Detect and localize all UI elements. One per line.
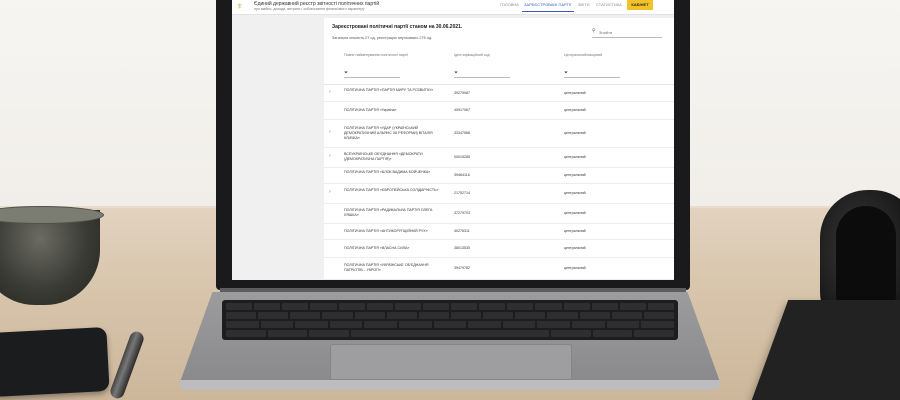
site-header: ♆ Єдиний державний реєстр звітності полі… <box>232 0 674 15</box>
party-code: 39479782 <box>454 265 470 270</box>
chevron-right-icon[interactable]: › <box>329 89 331 95</box>
column-header-code[interactable]: Ідентифікаційний код <box>454 53 490 57</box>
table-row[interactable]: ПОЛІТИЧНА ПАРТІЯ «БЛОК ВАДИМА БОЙЧЕНКА» 3… <box>324 167 674 184</box>
party-name: ПОЛІТИЧНА ПАРТІЯ «РАДИКАЛЬНА ПАРТІЯ ОЛЕГ… <box>344 208 433 217</box>
search-input[interactable] <box>599 28 659 36</box>
keyboard-row <box>226 330 675 337</box>
party-type: центральний <box>564 172 586 177</box>
keyboard-row <box>226 312 674 319</box>
card-subtitle: Загальна кількість 27 од, реєстрацію ану… <box>332 36 433 40</box>
party-name: ПОЛІТИЧНА ПАРТІЯ «БЛОК ВАДИМА БОЙЧЕНКА» <box>344 170 431 174</box>
nav-registered-parties[interactable]: ЗАРЕЄСТРОВАНІ ПАРТІЇ <box>524 2 571 7</box>
trident-emblem-icon: ♆ <box>236 1 244 12</box>
parties-card: Зареєстровані політичні партії станом на… <box>324 18 674 280</box>
party-code: 33347568 <box>454 130 470 135</box>
filter-icon[interactable]: ⏷ <box>454 70 458 76</box>
search-icon: ⚲ <box>592 28 596 34</box>
party-name: ПОЛІТИЧНА ПАРТІЯ «Україна» <box>344 107 397 112</box>
smartphone <box>0 326 110 398</box>
laptop-keyboard <box>222 300 678 340</box>
active-nav-underline <box>522 11 574 12</box>
chevron-right-icon[interactable]: › <box>329 129 331 135</box>
party-type: центральний <box>564 130 586 135</box>
table-row[interactable]: ПОЛІТИЧНА ПАРТІЯ «АНТИКОРУПЦІЙНИЙ РУХ» 40… <box>324 223 674 240</box>
table-row[interactable]: ПОЛІТИЧНА ПАРТІЯ «ВЛАСНА СИЛА» 38013535 це… <box>324 239 674 258</box>
party-name: ПОЛІТИЧНА ПАРТІЯ «АНТИКОРУПЦІЙНИЙ РУХ» <box>344 228 428 233</box>
party-code: 00015285 <box>454 154 470 159</box>
chevron-right-icon[interactable]: › <box>329 153 331 159</box>
party-type: центральний <box>564 154 586 159</box>
nav-home[interactable]: ГОЛОВНА <box>500 2 519 7</box>
card-title: Зареєстровані політичні партії станом на… <box>332 24 463 30</box>
party-code: 39464116 <box>454 172 470 177</box>
party-name: ПОЛІТИЧНА ПАРТІЯ «УДАР (УКРАЇНСЬКИЙ ДЕМО… <box>344 125 433 140</box>
nav-reports[interactable]: ЗВІТИ <box>578 2 590 7</box>
party-code: 21752714 <box>454 190 470 195</box>
laptop-base-front <box>180 380 720 390</box>
chevron-right-icon[interactable]: › <box>329 189 331 195</box>
party-name: ПОЛІТИЧНА ПАРТІЯ «УКРАЇНСЬКЕ ОБ'ЄДНАННЯ … <box>344 263 429 272</box>
party-code: 38013535 <box>454 245 470 250</box>
party-type: центральний <box>564 265 586 270</box>
party-type: центральний <box>564 228 586 233</box>
filter-input-code[interactable] <box>454 77 510 78</box>
party-name: ПОЛІТИЧНА ПАРТІЯ «ЄВРОПЕЙСЬКА СОЛІДАРНІС… <box>344 188 439 192</box>
keyboard-row <box>226 303 674 310</box>
keyboard-row <box>226 321 674 328</box>
table-row[interactable]: › ВСЕУКРАЇНСЬКЕ ОБ'ЄДНАННЯ «ДЕМОКРАТИ (ДЕ… <box>324 147 674 168</box>
filter-icon[interactable]: ⏷ <box>344 70 348 76</box>
party-code: 37279703 <box>454 210 470 215</box>
column-header-type[interactable]: Центральний/місцевий <box>564 53 602 57</box>
table-row[interactable]: ПОЛІТИЧНА ПАРТІЯ «УКРАЇНСЬКЕ ОБ'ЄДНАННЯ … <box>324 257 674 280</box>
party-type: центральний <box>564 245 586 250</box>
party-type: центральний <box>564 190 586 195</box>
party-type: центральний <box>564 90 586 95</box>
filter-input-type[interactable] <box>564 77 620 78</box>
party-code: 40276311 <box>454 228 470 233</box>
party-code: 40917067 <box>454 107 470 112</box>
party-code: 39279087 <box>454 90 470 95</box>
laptop-trackpad <box>330 344 572 380</box>
filter-input-name[interactable] <box>344 77 400 78</box>
search-box: ⚲ <box>592 28 662 38</box>
nav-statistics[interactable]: СТАТИСТИКА <box>596 2 622 7</box>
table-row[interactable]: › ПОЛІТИЧНА ПАРТІЯ «УДАР (УКРАЇНСЬКИЙ ДЕМ… <box>324 119 674 148</box>
table-row[interactable]: ПОЛІТИЧНА ПАРТІЯ «РАДИКАЛЬНА ПАРТІЯ ОЛЕГ… <box>324 203 674 224</box>
party-name: ВСЕУКРАЇНСЬКЕ ОБ'ЄДНАННЯ «ДЕМОКРАТИ (ДЕМ… <box>344 152 423 161</box>
party-name: ПОЛІТИЧНА ПАРТІЯ «ПАРТІЯ МИРУ ТА РОЗВИТК… <box>344 88 434 92</box>
table-row[interactable]: › ПОЛІТИЧНА ПАРТІЯ «ПАРТІЯ МИРУ ТА РОЗВИТ… <box>324 85 674 102</box>
filter-icon[interactable]: ⏷ <box>564 70 568 76</box>
table-row[interactable]: › ПОЛІТИЧНА ПАРТІЯ «ЄВРОПЕЙСЬКА СОЛІДАРНІ… <box>324 183 674 204</box>
column-header-name[interactable]: Повне найменування політичної партії <box>344 53 408 57</box>
table-row[interactable]: ПОЛІТИЧНА ПАРТІЯ «Україна» 40917067 центра… <box>324 101 674 120</box>
party-name: ПОЛІТИЧНА ПАРТІЯ «ВЛАСНА СИЛА» <box>344 245 410 250</box>
party-type: центральний <box>564 107 586 112</box>
site-subtitle: про майно, доходи, витрати і зобов'язанн… <box>254 7 365 11</box>
party-type: центральний <box>564 210 586 215</box>
cabinet-button[interactable]: КАБІНЕТ <box>627 0 653 10</box>
laptop-screen: ♆ Єдиний державний реєстр звітності полі… <box>232 0 674 280</box>
